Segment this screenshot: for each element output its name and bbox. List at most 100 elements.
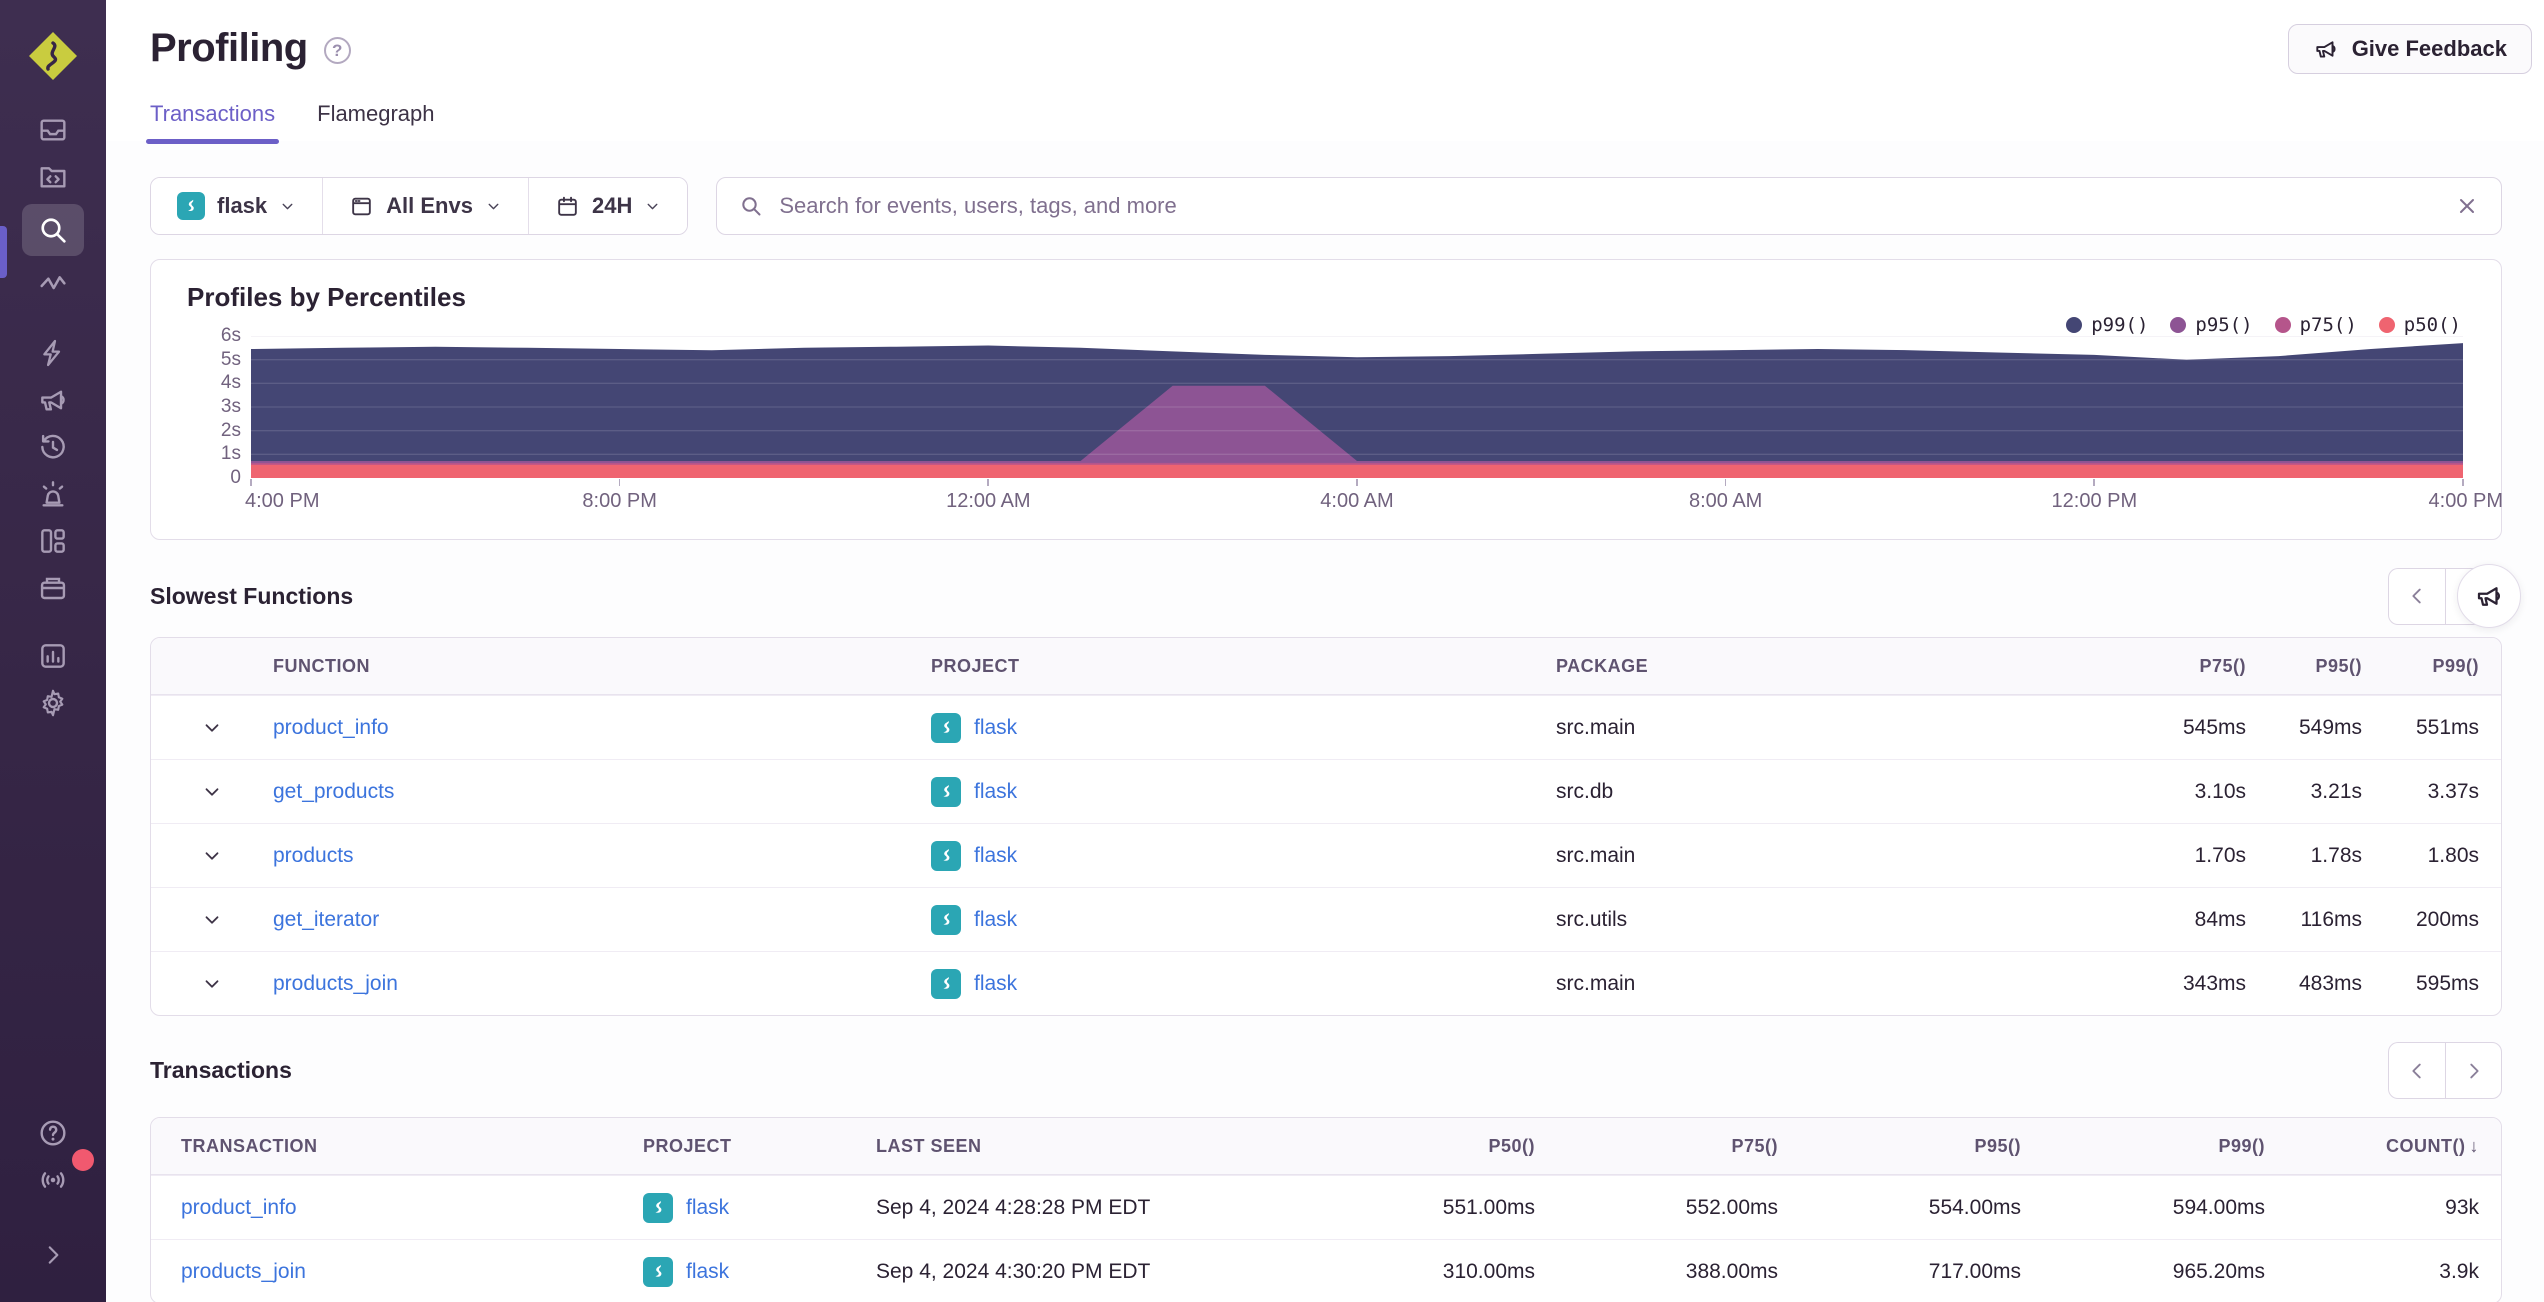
page-header: Profiling ? Give Feedback Transactions F…: [106, 0, 2544, 144]
expand-row-button[interactable]: [151, 845, 273, 867]
megaphone-icon: [41, 390, 65, 411]
calendar-icon: [558, 196, 577, 216]
sidebar-item-stats[interactable]: [21, 632, 85, 679]
p75-cell: 545ms: [2182, 715, 2246, 739]
project-link[interactable]: flask: [974, 780, 1017, 804]
sidebar-item-feedback[interactable]: [21, 376, 85, 423]
p50-cell: 551.00ms: [1442, 1195, 1535, 1219]
function-link[interactable]: products: [273, 844, 354, 867]
expand-row-button[interactable]: [151, 909, 273, 931]
legend-item[interactable]: p95(): [2170, 314, 2253, 336]
date-range-filter-label: 24H: [591, 193, 633, 218]
give-feedback-button[interactable]: Give Feedback: [2287, 24, 2532, 74]
sidebar-item-replays[interactable]: [21, 423, 85, 470]
expand-row-button[interactable]: [151, 781, 273, 803]
sidebar-item-alerts[interactable]: [21, 470, 85, 517]
p95-cell: 554.00ms: [1928, 1195, 2021, 1219]
flask-project-icon: [177, 192, 205, 220]
sidebar-item-whats-new[interactable]: [21, 1149, 94, 1203]
sidebar-item-projects[interactable]: [21, 153, 85, 200]
projects-icon: [40, 166, 66, 188]
legend-item[interactable]: p99(): [2066, 314, 2148, 336]
function-link[interactable]: products_join: [273, 972, 398, 995]
sidebar-item-help[interactable]: [21, 1109, 85, 1156]
col-count[interactable]: COUNT() ↓: [2265, 1136, 2479, 1157]
sentry-logo[interactable]: [27, 30, 79, 82]
sidebar-item-settings[interactable]: [21, 679, 85, 726]
project-filter-label: flask: [217, 193, 268, 218]
legend-item[interactable]: p75(): [2274, 314, 2357, 336]
project-filter[interactable]: flask: [151, 178, 323, 234]
sidebar-item-issues[interactable]: [21, 106, 85, 153]
project-link[interactable]: flask: [974, 908, 1017, 932]
flask-project-icon: [643, 1256, 673, 1287]
project-link[interactable]: flask: [974, 844, 1017, 868]
x-axis-label: 12:00 PM: [2051, 490, 2138, 512]
chart-plot-area[interactable]: [250, 336, 2464, 486]
next-page-button[interactable]: [2445, 1042, 2502, 1099]
search-input[interactable]: [779, 193, 2439, 219]
sidebar-collapse-button[interactable]: [21, 1231, 85, 1278]
project-link[interactable]: flask: [686, 1260, 729, 1284]
search-icon: [41, 218, 66, 243]
expand-row-button[interactable]: [151, 973, 273, 995]
date-range-filter[interactable]: 24H: [527, 178, 688, 234]
transactions-pager: [2388, 1042, 2502, 1099]
col-p50: P50(): [1488, 1135, 1535, 1156]
y-axis-tick: 2s: [220, 419, 241, 441]
page-filter-bar: flask All Envs 24H: [150, 177, 689, 235]
function-link[interactable]: get_iterator: [273, 908, 379, 931]
p75-cell: 1.70s: [2194, 843, 2246, 867]
function-link[interactable]: get_products: [273, 780, 394, 803]
p99-cell: 595ms: [2415, 971, 2479, 995]
project-link[interactable]: flask: [974, 972, 1017, 996]
p50-cell: 310.00ms: [1442, 1259, 1535, 1283]
p75-cell: 552.00ms: [1685, 1195, 1778, 1219]
y-axis-tick: 5s: [220, 348, 241, 370]
tab-transactions[interactable]: Transactions: [145, 101, 280, 144]
issues-icon: [40, 118, 66, 141]
help-tooltip-icon[interactable]: ?: [323, 37, 351, 64]
sidebar-item-dashboards[interactable]: [21, 517, 85, 564]
function-row: product_info flask src.main 545ms 549ms …: [151, 695, 2501, 759]
environment-filter[interactable]: All Envs: [322, 178, 528, 234]
sidebar-item-explore[interactable]: [22, 204, 84, 256]
page-content: flask All Envs 24H Search for events, us…: [106, 141, 2544, 1302]
transaction-link[interactable]: products_join: [181, 1260, 306, 1283]
slowest-functions-header: Slowest Functions: [150, 564, 2521, 628]
col-package: PACKAGE: [1556, 655, 1649, 676]
chevron-down-icon: [205, 915, 219, 924]
prev-page-button[interactable]: [2388, 567, 2445, 625]
flask-project-icon: [931, 840, 961, 871]
transaction-link[interactable]: product_info: [181, 1196, 297, 1219]
clear-search-icon[interactable]: [2455, 194, 2479, 218]
sidebar-item-performance[interactable]: [21, 329, 85, 376]
p75-cell: 3.10s: [2194, 779, 2246, 803]
col-p95: P95(): [1974, 1135, 2021, 1156]
sidebar-item-traces[interactable]: [21, 260, 85, 307]
transactions-table: TRANSACTION PROJECT LAST SEEN P50() P75(…: [150, 1117, 2502, 1302]
p95-cell: 717.00ms: [1928, 1259, 2021, 1283]
project-link[interactable]: flask: [974, 716, 1017, 740]
p75-cell: 388.00ms: [1685, 1259, 1778, 1283]
function-link[interactable]: product_info: [273, 716, 389, 739]
p95-cell: 483ms: [2298, 971, 2362, 995]
x-axis-label: 8:00 AM: [1688, 490, 1763, 512]
notification-dot: [72, 1149, 94, 1171]
project-link[interactable]: flask: [686, 1196, 729, 1220]
transaction-row: products_join flask Sep 4, 2024 4:30:20 …: [151, 1239, 2501, 1302]
sidebar-item-releases[interactable]: [21, 564, 85, 611]
legend-item[interactable]: p50(): [2378, 314, 2461, 336]
megaphone-icon: [2477, 587, 2501, 606]
p99-cell: 965.20ms: [2172, 1259, 2265, 1283]
feedback-fab-button[interactable]: [2457, 564, 2521, 628]
tab-flamegraph[interactable]: Flamegraph: [317, 101, 434, 141]
p99-cell: 594.00ms: [2172, 1195, 2265, 1219]
transactions-header: Transactions: [150, 1042, 2502, 1099]
package-cell: src.utils: [1556, 907, 1628, 931]
col-project: PROJECT: [643, 1135, 732, 1156]
table-header-row: FUNCTION PROJECT PACKAGE P75() P95() P99…: [151, 638, 2501, 695]
prev-page-button[interactable]: [2388, 1042, 2445, 1099]
expand-row-button[interactable]: [151, 717, 273, 739]
last-seen-cell: Sep 4, 2024 4:30:20 PM EDT: [876, 1259, 1151, 1283]
